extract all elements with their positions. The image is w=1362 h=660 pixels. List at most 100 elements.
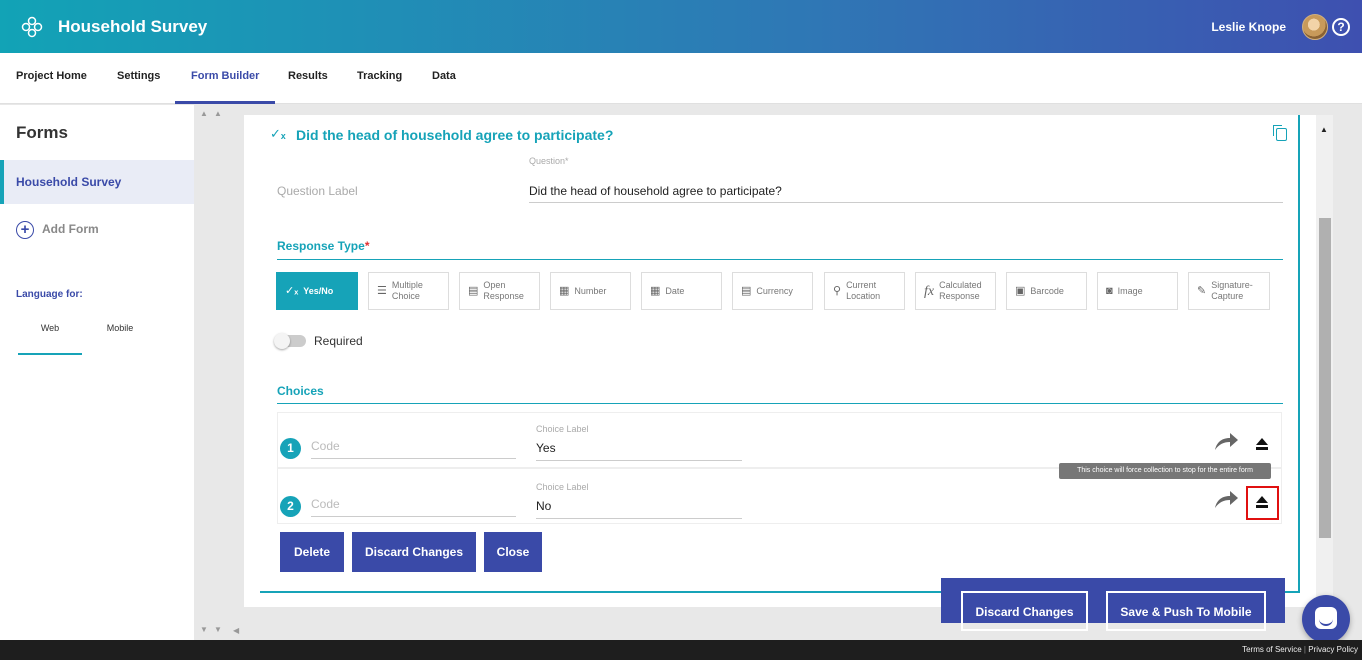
footer: Terms of Service | Privacy Policy xyxy=(0,640,1362,660)
choice-label-input[interactable]: Yes xyxy=(536,437,742,461)
skip-logic-arrow-icon[interactable] xyxy=(1213,490,1239,510)
forms-sidebar: Forms Household Survey + Add Form Languag… xyxy=(0,105,194,640)
sidebar-scrollbar[interactable]: ▲ ▲ ▼ ▼ xyxy=(194,105,230,640)
question-title: Did the head of household agree to parti… xyxy=(296,127,614,143)
list-icon: ☰ xyxy=(377,284,387,297)
save-push-mobile-button[interactable]: Save & Push To Mobile xyxy=(1106,591,1266,631)
response-type-heading: Response Type* xyxy=(277,239,369,253)
required-star: * xyxy=(364,239,370,253)
response-type-barcode[interactable]: ▣ Barcode xyxy=(1006,272,1087,310)
tab-mobile[interactable]: Mobile xyxy=(90,323,150,355)
scroll-up-arrow-icon[interactable]: ▲ xyxy=(214,109,222,118)
nav-results[interactable]: Results xyxy=(288,53,328,104)
main-scrollbar[interactable]: ▲ xyxy=(1316,115,1333,607)
stop-collection-icon[interactable] xyxy=(1256,438,1268,450)
choice-number: 2 xyxy=(280,496,301,517)
text-icon: ▤ xyxy=(468,284,479,297)
chat-widget-icon[interactable] xyxy=(1302,595,1350,643)
scrollbar-thumb[interactable] xyxy=(1319,218,1331,538)
delete-button[interactable]: Delete xyxy=(280,532,344,572)
fx-icon: fx xyxy=(924,283,935,299)
choice-label-input[interactable]: No xyxy=(536,495,742,519)
response-type-label: Current Location xyxy=(846,280,881,301)
app-logo-icon[interactable] xyxy=(20,15,44,39)
skip-logic-arrow-icon[interactable] xyxy=(1213,432,1239,452)
response-type-calculated-response[interactable]: fx Calculated Response xyxy=(915,272,996,310)
footer-separator: | xyxy=(1303,645,1306,654)
app-header: Household Survey Leslie Knope ? xyxy=(0,0,1362,53)
choice-label-caption: Choice Label xyxy=(536,482,589,492)
avatar[interactable] xyxy=(1302,14,1328,40)
scroll-left-arrow-icon[interactable]: ◀ xyxy=(233,626,239,635)
location-icon: ⚲ xyxy=(833,284,842,297)
yes-no-icon: ✓ₓ xyxy=(270,126,286,141)
sidebar-item-household-survey[interactable]: Household Survey xyxy=(0,160,194,204)
section-divider xyxy=(277,403,1283,404)
user-name[interactable]: Leslie Knope xyxy=(1211,20,1286,34)
response-type-label: Barcode xyxy=(1030,285,1064,296)
choice-label-caption: Choice Label xyxy=(536,424,589,434)
app-title: Household Survey xyxy=(58,17,208,36)
response-type-number[interactable]: ▦ Number xyxy=(550,272,631,310)
card-right-border xyxy=(1298,115,1300,591)
question-label-text: Question Label xyxy=(277,184,358,198)
sidebar-title: Forms xyxy=(16,123,68,142)
nav-settings[interactable]: Settings xyxy=(117,53,160,104)
response-type-label: Multiple Choice xyxy=(391,280,423,301)
response-type-label: Date xyxy=(665,285,685,296)
response-type-label: Yes/No xyxy=(303,285,334,296)
language-label: Language for: xyxy=(16,289,83,300)
response-type-open-response[interactable]: ▤ Open Response xyxy=(459,272,540,310)
scroll-down-arrow-icon[interactable]: ▼ xyxy=(214,625,222,634)
calendar-icon: ▦ xyxy=(650,284,661,297)
yes-no-icon: ✓ₓ xyxy=(285,284,299,297)
privacy-link[interactable]: Privacy Policy xyxy=(1308,645,1358,654)
choice-number: 1 xyxy=(280,438,301,459)
copy-icon[interactable] xyxy=(1273,125,1287,141)
scroll-up-arrow-icon[interactable]: ▲ xyxy=(1320,125,1328,134)
response-type-label: Image xyxy=(1117,285,1143,296)
response-type-date[interactable]: ▦ Date xyxy=(641,272,722,310)
choices-heading: Choices xyxy=(277,384,324,398)
tab-web[interactable]: Web xyxy=(18,323,82,355)
response-type-label: Number xyxy=(574,285,607,296)
pen-icon: ✎ xyxy=(1197,284,1207,297)
question-input[interactable]: Did the head of household agree to parti… xyxy=(529,177,1283,203)
nav-data[interactable]: Data xyxy=(432,53,456,104)
question-caption: Question* xyxy=(529,156,569,166)
discard-changes-button[interactable]: Discard Changes xyxy=(352,532,476,572)
barcode-icon: ▣ xyxy=(1015,284,1026,297)
nav-form-builder[interactable]: Form Builder xyxy=(175,53,276,104)
discard-changes-bar-button[interactable]: Discard Changes xyxy=(961,591,1088,631)
response-type-current-location[interactable]: ⚲ Current Location xyxy=(824,272,905,310)
camera-icon: ◙ xyxy=(1106,284,1113,297)
response-type-yes-no[interactable]: ✓ₓ Yes/No xyxy=(276,272,358,310)
response-type-image[interactable]: ◙ Image xyxy=(1097,272,1178,310)
currency-icon: ▤ xyxy=(741,284,752,297)
footer-links: Terms of Service | Privacy Policy xyxy=(1242,645,1358,654)
choice-code-input[interactable]: Code xyxy=(311,493,516,517)
response-type-currency[interactable]: ▤ Currency xyxy=(732,272,813,310)
required-label: Required xyxy=(314,334,363,348)
response-type-label: Open Response xyxy=(483,280,524,301)
nav-project-home[interactable]: Project Home xyxy=(16,53,87,104)
question-editor-card: ✓ₓ Did the head of household agree to pa… xyxy=(244,115,1316,607)
add-form-label: Add Form xyxy=(42,222,99,236)
nav-tracking[interactable]: Tracking xyxy=(357,53,402,104)
response-type-multiple-choice[interactable]: ☰ Multiple Choice xyxy=(368,272,449,310)
required-toggle[interactable] xyxy=(274,333,306,349)
choice-row: 1 Code Choice Label Yes xyxy=(277,412,1282,468)
add-form-button[interactable]: + Add Form xyxy=(16,220,99,239)
terms-link[interactable]: Terms of Service xyxy=(1242,645,1302,654)
stop-collection-tooltip: This choice will force collection to sto… xyxy=(1059,463,1271,479)
bottom-action-bar: Discard Changes Save & Push To Mobile xyxy=(941,578,1285,631)
scroll-down-arrow-icon[interactable]: ▼ xyxy=(200,625,208,634)
choice-code-input[interactable]: Code xyxy=(311,435,516,459)
scroll-up-arrow-icon[interactable]: ▲ xyxy=(200,109,208,118)
stop-collection-highlight[interactable] xyxy=(1246,486,1279,520)
close-button[interactable]: Close xyxy=(484,532,542,572)
response-type-signature-capture[interactable]: ✎ Signature-Capture xyxy=(1188,272,1270,310)
response-type-label: Currency xyxy=(756,285,793,296)
help-icon[interactable]: ? xyxy=(1332,18,1350,36)
number-icon: ▦ xyxy=(559,284,570,297)
